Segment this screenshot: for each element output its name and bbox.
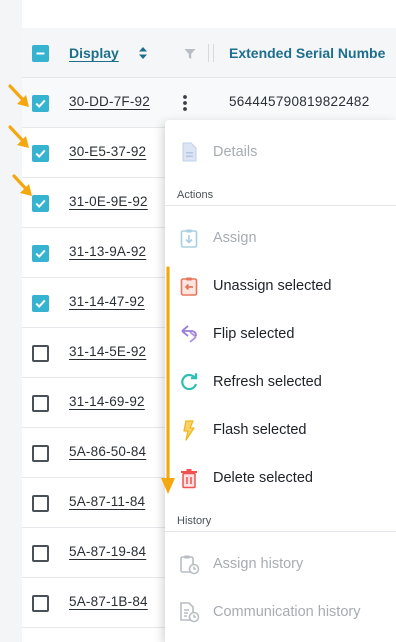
annotation-arrows	[8, 84, 175, 494]
annotation-arrow-row-3	[12, 174, 32, 196]
annotation-arrow-row-2	[8, 125, 29, 148]
annotation-arrow-row-1	[8, 84, 29, 107]
annotation-arrow-menu	[161, 266, 175, 494]
